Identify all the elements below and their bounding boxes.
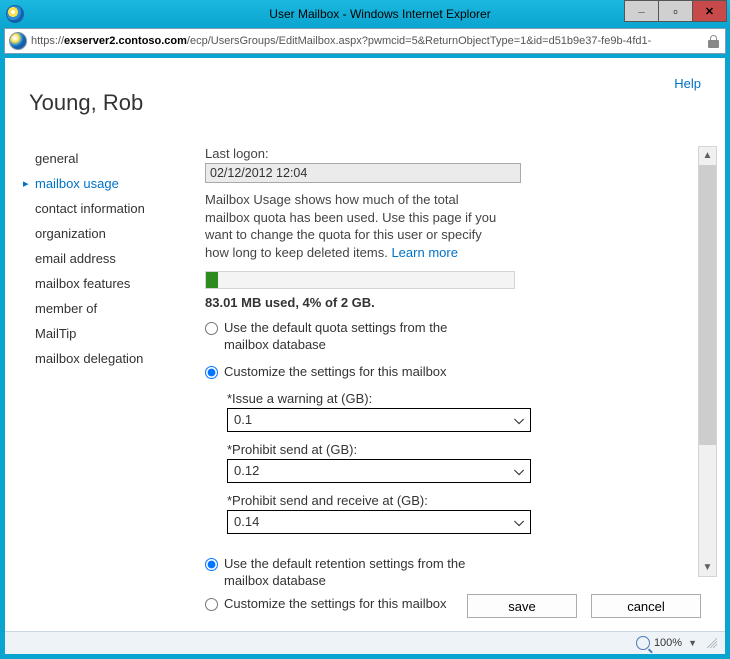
scrollbar[interactable]: ▲ ▼: [698, 146, 717, 577]
url-host: exserver2.contoso.com: [64, 35, 187, 47]
sidebar-item-mailbox-delegation[interactable]: mailbox delegation: [25, 346, 180, 371]
retention-radio-default[interactable]: [205, 558, 218, 571]
sidebar-item-contact-information[interactable]: contact information: [25, 196, 180, 221]
learn-more-link[interactable]: Learn more: [391, 245, 457, 260]
sidebar-nav: general mailbox usage contact informatio…: [25, 146, 180, 371]
last-logon-label: Last logon:: [205, 146, 695, 161]
help-link[interactable]: Help: [674, 76, 701, 91]
cancel-button[interactable]: cancel: [591, 594, 701, 618]
window-frame: User Mailbox - Windows Internet Explorer…: [0, 0, 730, 659]
save-button[interactable]: save: [467, 594, 577, 618]
sidebar-item-mailbox-usage[interactable]: mailbox usage: [25, 171, 180, 196]
url-path: /ecp/UsersGroups/EditMailbox.aspx?pwmcid…: [187, 35, 651, 47]
warn-label: *Issue a warning at (GB):: [227, 391, 695, 406]
usage-progress-fill: [206, 272, 218, 288]
usage-summary: 83.01 MB used, 4% of 2 GB.: [205, 295, 695, 310]
sidebar-item-mailbox-features[interactable]: mailbox features: [25, 271, 180, 296]
sidebar-item-mailtip[interactable]: MailTip: [25, 321, 180, 346]
retention-radio-custom[interactable]: [205, 598, 218, 611]
button-row: save cancel: [467, 594, 701, 618]
retention-option-default[interactable]: Use the default retention settings from …: [205, 556, 695, 590]
sidebar-item-email-address[interactable]: email address: [25, 246, 180, 271]
chevron-down-icon: ⌵: [514, 412, 524, 428]
prohibit-send-select[interactable]: 0.12 ⌵: [227, 459, 531, 483]
page-content: Help Young, Rob general mailbox usage co…: [5, 58, 725, 654]
chevron-down-icon: ⌵: [514, 514, 524, 530]
window-buttons: _ ▫ ✕: [625, 0, 727, 20]
quota-label-custom: Customize the settings for this mailbox: [224, 364, 484, 381]
resize-grip-icon[interactable]: [707, 638, 717, 648]
usage-progress-bar: [205, 271, 515, 289]
address-url[interactable]: https://exserver2.contoso.com/ecp/UsersG…: [31, 35, 702, 47]
quota-radio-default[interactable]: [205, 322, 218, 335]
prohibit-sendrecv-select[interactable]: 0.14 ⌵: [227, 510, 531, 534]
zoom-chevron-down-icon[interactable]: ▼: [688, 638, 697, 648]
scroll-up-icon[interactable]: ▲: [699, 147, 716, 164]
title-bar[interactable]: User Mailbox - Windows Internet Explorer…: [0, 0, 730, 28]
last-logon-value: 02/12/2012 12:04: [205, 163, 521, 183]
prohibit-send-value: 0.12: [234, 463, 259, 478]
sidebar-item-member-of[interactable]: member of: [25, 296, 180, 321]
ie-address-icon: [9, 32, 27, 50]
prohibit-send-label: *Prohibit send at (GB):: [227, 442, 695, 457]
warn-value: 0.1: [234, 412, 252, 427]
lock-icon: [708, 35, 719, 48]
quota-option-custom[interactable]: Customize the settings for this mailbox: [205, 364, 695, 381]
usage-description: Mailbox Usage shows how much of the tota…: [205, 191, 505, 261]
scroll-down-icon[interactable]: ▼: [699, 559, 716, 576]
quota-label-default: Use the default quota settings from the …: [224, 320, 484, 354]
sidebar-item-general[interactable]: general: [25, 146, 180, 171]
main-panel: Last logon: 02/12/2012 12:04 Mailbox Usa…: [205, 146, 695, 577]
status-bar: 100% ▼: [5, 631, 725, 654]
warn-select[interactable]: 0.1 ⌵: [227, 408, 531, 432]
zoom-level[interactable]: 100%: [654, 637, 682, 649]
zoom-icon[interactable]: [636, 636, 650, 650]
retention-label-default: Use the default retention settings from …: [224, 556, 484, 590]
ie-icon: [6, 5, 24, 23]
minimize-button[interactable]: _: [624, 0, 659, 22]
page-title: Young, Rob: [29, 90, 143, 116]
prohibit-sendrecv-value: 0.14: [234, 514, 259, 529]
maximize-button[interactable]: ▫: [658, 0, 693, 22]
prohibit-sendrecv-label: *Prohibit send and receive at (GB):: [227, 493, 695, 508]
quota-option-default[interactable]: Use the default quota settings from the …: [205, 320, 695, 354]
close-button[interactable]: ✕: [692, 0, 727, 22]
address-bar[interactable]: https://exserver2.contoso.com/ecp/UsersG…: [4, 28, 726, 54]
url-scheme: https://: [31, 35, 64, 47]
retention-label-custom: Customize the settings for this mailbox: [224, 596, 484, 613]
chevron-down-icon: ⌵: [514, 463, 524, 479]
scroll-thumb[interactable]: [699, 165, 716, 445]
sidebar-item-organization[interactable]: organization: [25, 221, 180, 246]
quota-radio-custom[interactable]: [205, 366, 218, 379]
